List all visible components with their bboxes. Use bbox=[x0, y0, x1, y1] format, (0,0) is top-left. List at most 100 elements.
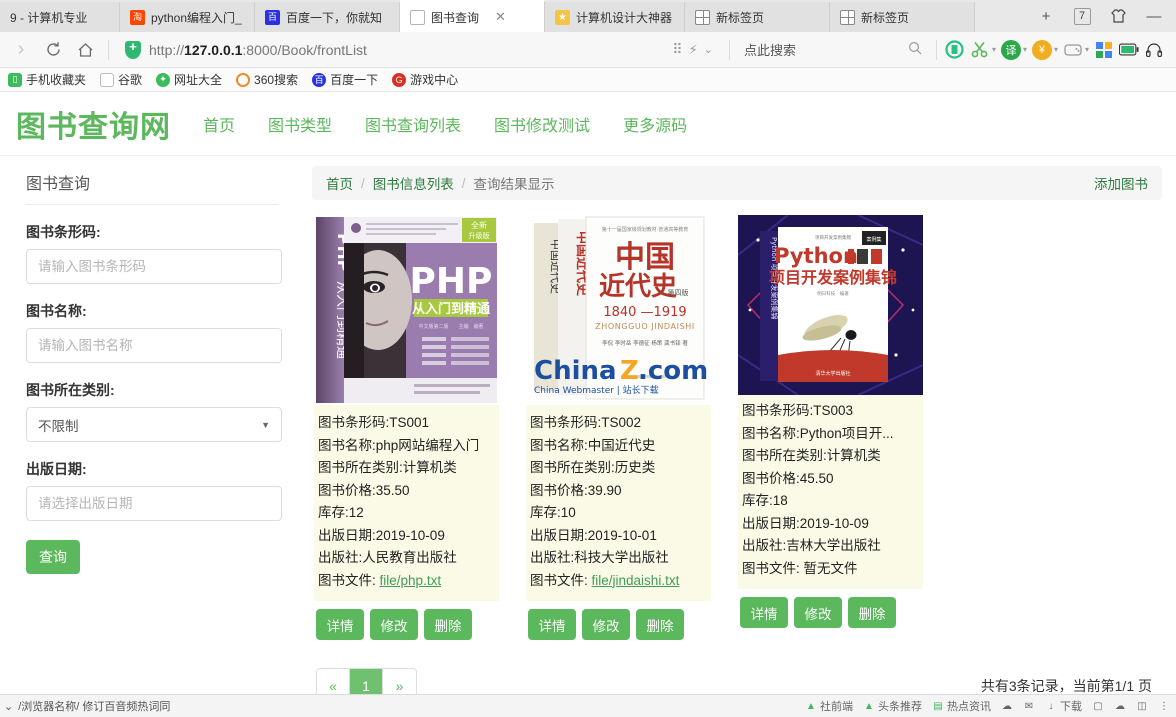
taskbar-item-1[interactable]: ▲ 头条推荐 bbox=[863, 698, 922, 714]
nav-item-more-source[interactable]: 更多源码 bbox=[623, 112, 687, 136]
edit-button[interactable]: 修改 bbox=[794, 597, 842, 628]
reload-icon[interactable] bbox=[38, 35, 68, 65]
mail-icon: ✉ bbox=[1024, 700, 1034, 712]
browser-tab-6[interactable]: 新标签页 bbox=[830, 2, 975, 32]
headphones-icon[interactable] bbox=[1144, 40, 1164, 60]
window-count-badge[interactable]: 7 bbox=[1064, 1, 1100, 31]
window-icon: ▢ bbox=[1093, 700, 1103, 712]
taskbar-item-7[interactable]: ☁ bbox=[1114, 700, 1126, 712]
book-file-link[interactable]: file/php.txt bbox=[380, 573, 442, 588]
apps-grid-icon[interactable] bbox=[1094, 40, 1114, 60]
detail-button[interactable]: 详情 bbox=[528, 609, 576, 640]
green-a-icon: ▲ bbox=[864, 700, 874, 712]
breadcrumb-item-home[interactable]: 首页 bbox=[326, 173, 353, 193]
browser-tab-3-active[interactable]: 图书查询 ✕ bbox=[400, 0, 545, 32]
field-pubdate: 出版日期: bbox=[26, 459, 282, 521]
book-file-link[interactable]: file/jindaishi.txt bbox=[592, 573, 680, 588]
minimize-button[interactable]: — bbox=[1136, 1, 1172, 31]
edit-button[interactable]: 修改 bbox=[582, 609, 630, 640]
browser-search-box[interactable]: 点此搜索 bbox=[738, 35, 928, 65]
nav-item-home[interactable]: 首页 bbox=[203, 112, 235, 136]
search-sidebar: 图书查询 图书条形码: 图书名称: 图书所在类别: 不限制 ▼ 出版日期: 查询 bbox=[0, 156, 300, 694]
skin-icon[interactable] bbox=[1100, 1, 1136, 31]
add-book-link[interactable]: 添加图书 bbox=[1094, 173, 1148, 193]
book-card-list: PHP 从入门到精通 全新 升级版 PHP 从入门到精通 中文版第二版 主编 编… bbox=[312, 200, 1162, 640]
site-header: 图书查询网 首页 图书类型 图书查询列表 图书修改测试 更多源码 bbox=[0, 92, 1176, 156]
translate-icon[interactable]: 译 bbox=[1000, 39, 1021, 60]
nav-item-book-edit-test[interactable]: 图书修改测试 bbox=[494, 112, 590, 136]
svg-text:第四版: 第四版 bbox=[668, 288, 689, 297]
nav-item-book-query-list[interactable]: 图书查询列表 bbox=[365, 112, 461, 136]
taskbar-item-4[interactable]: ✉ bbox=[1023, 700, 1035, 712]
taskbar-status-text: /浏览器名称/ 修订百音频热词同 bbox=[18, 701, 171, 713]
browser-shield-icon[interactable] bbox=[945, 40, 965, 60]
sidebar-title: 图书查询 bbox=[26, 170, 278, 205]
delete-button[interactable]: 删除 bbox=[848, 597, 896, 628]
chevron-down-icon[interactable]: ⌄ bbox=[704, 43, 713, 56]
taskbar-item-9[interactable]: ⋮ bbox=[1158, 700, 1170, 712]
bookmark-item-0[interactable]: ▯ 手机收藏夹 bbox=[8, 71, 86, 88]
detail-button[interactable]: 详情 bbox=[316, 609, 364, 640]
php-book-cover[interactable]: PHP 从入门到精通 全新 升级版 PHP 从入门到精通 中文版第二版 主编 编… bbox=[314, 215, 499, 405]
baidu-icon: 百 bbox=[312, 72, 327, 87]
taskbar-item-2[interactable]: ▤ 热点资讯 bbox=[932, 698, 991, 714]
category-select[interactable]: 不限制 ▼ bbox=[26, 407, 282, 442]
bookmark-item-5[interactable]: G 游戏中心 bbox=[392, 71, 458, 88]
book-price-row: 图书价格:35.50 bbox=[318, 482, 410, 498]
chevron-down-icon[interactable]: ▾ bbox=[1085, 45, 1089, 54]
new-tab-button[interactable]: + bbox=[1028, 1, 1064, 31]
navbar-divider bbox=[108, 39, 109, 60]
delete-button[interactable]: 删除 bbox=[636, 609, 684, 640]
taskbar-item-8[interactable]: ◫ bbox=[1136, 700, 1148, 712]
breadcrumb-separator: / bbox=[461, 175, 466, 191]
chevron-down-icon[interactable]: ▾ bbox=[1023, 45, 1027, 54]
delete-button[interactable]: 删除 bbox=[424, 609, 472, 640]
chevron-down-icon[interactable]: ⌄ bbox=[4, 700, 13, 713]
chevron-down-icon[interactable]: ▾ bbox=[992, 45, 996, 54]
wallet-icon[interactable]: ¥ bbox=[1031, 39, 1052, 60]
book-file-text: 暂无文件 bbox=[803, 560, 858, 576]
close-icon[interactable]: ✕ bbox=[495, 9, 506, 25]
barcode-input[interactable] bbox=[26, 249, 282, 284]
browser-tab-4[interactable]: ★ 计算机设计大神器 bbox=[545, 2, 685, 32]
browser-tab-0[interactable]: 9 - 计算机专业 bbox=[0, 2, 120, 32]
forward-icon[interactable]: › bbox=[6, 35, 36, 65]
taskbar-item-6[interactable]: ▢ bbox=[1092, 700, 1104, 712]
book-card: PHP 从入门到精通 全新 升级版 PHP 从入门到精通 中文版第二版 主编 编… bbox=[314, 215, 499, 640]
lightning-icon[interactable]: ⚡ bbox=[689, 42, 698, 58]
taskbar-item-3[interactable]: ☁ bbox=[1001, 700, 1013, 712]
browser-tab-2[interactable]: 百 百度一下，你就知 bbox=[255, 2, 400, 32]
detail-button[interactable]: 详情 bbox=[740, 597, 788, 628]
game-icon[interactable] bbox=[1063, 40, 1083, 60]
svg-text:项目开发案例集锦: 项目开发案例集锦 bbox=[769, 268, 897, 287]
nav-item-book-types[interactable]: 图书类型 bbox=[268, 112, 332, 136]
home-icon[interactable] bbox=[70, 35, 100, 65]
battery-icon[interactable] bbox=[1119, 40, 1139, 60]
chevron-down-icon[interactable]: ▾ bbox=[1054, 45, 1058, 54]
pubdate-input[interactable] bbox=[26, 486, 282, 521]
field-label-pubdate: 出版日期: bbox=[26, 461, 87, 477]
scissors-icon[interactable] bbox=[970, 40, 990, 60]
search-icon[interactable] bbox=[908, 41, 922, 58]
book-publisher-row: 出版社:吉林大学出版社 bbox=[742, 538, 881, 553]
python-book-cover[interactable]: Python 项目开发案例集锦 项目开发案例集锦 案例集 Python 项目开发… bbox=[738, 215, 923, 395]
breadcrumb: 首页 / 图书信息列表 / 查询结果显示 添加图书 bbox=[312, 166, 1162, 200]
edit-button[interactable]: 修改 bbox=[370, 609, 418, 640]
apps-icon[interactable]: ⠿ bbox=[672, 41, 682, 58]
bookmark-item-2[interactable]: ✦ 网址大全 bbox=[156, 71, 222, 88]
taskbar-item-label: 头条推荐 bbox=[878, 701, 922, 713]
history-book-cover[interactable]: 中国近代史 中国近代史 第十一届国家级规划教材·普通高等教育 中国 近代史 第四… bbox=[526, 215, 711, 405]
breadcrumb-item-booklist[interactable]: 图书信息列表 bbox=[373, 173, 454, 193]
taskbar-item-0[interactable]: ▲ 社前端 bbox=[805, 698, 853, 714]
bookmark-item-1[interactable]: 谷歌 bbox=[100, 71, 142, 88]
browser-tab-5[interactable]: 新标签页 bbox=[685, 2, 830, 32]
book-stock-row: 库存:12 bbox=[318, 505, 364, 520]
bookname-input[interactable] bbox=[26, 328, 282, 363]
query-button[interactable]: 查询 bbox=[26, 540, 80, 574]
taskbar-item-5[interactable]: ↓ 下载 bbox=[1045, 698, 1083, 714]
address-bar[interactable]: http://127.0.0.1:8000/Book/frontList ⠿ ⚡… bbox=[117, 35, 721, 65]
browser-tab-1[interactable]: 淘 python编程入门_ bbox=[120, 2, 255, 32]
bookmark-item-3[interactable]: 360搜索 bbox=[236, 71, 298, 88]
bookmark-item-4[interactable]: 百 百度一下 bbox=[312, 71, 378, 88]
site-brand[interactable]: 图书查询网 bbox=[16, 102, 171, 146]
